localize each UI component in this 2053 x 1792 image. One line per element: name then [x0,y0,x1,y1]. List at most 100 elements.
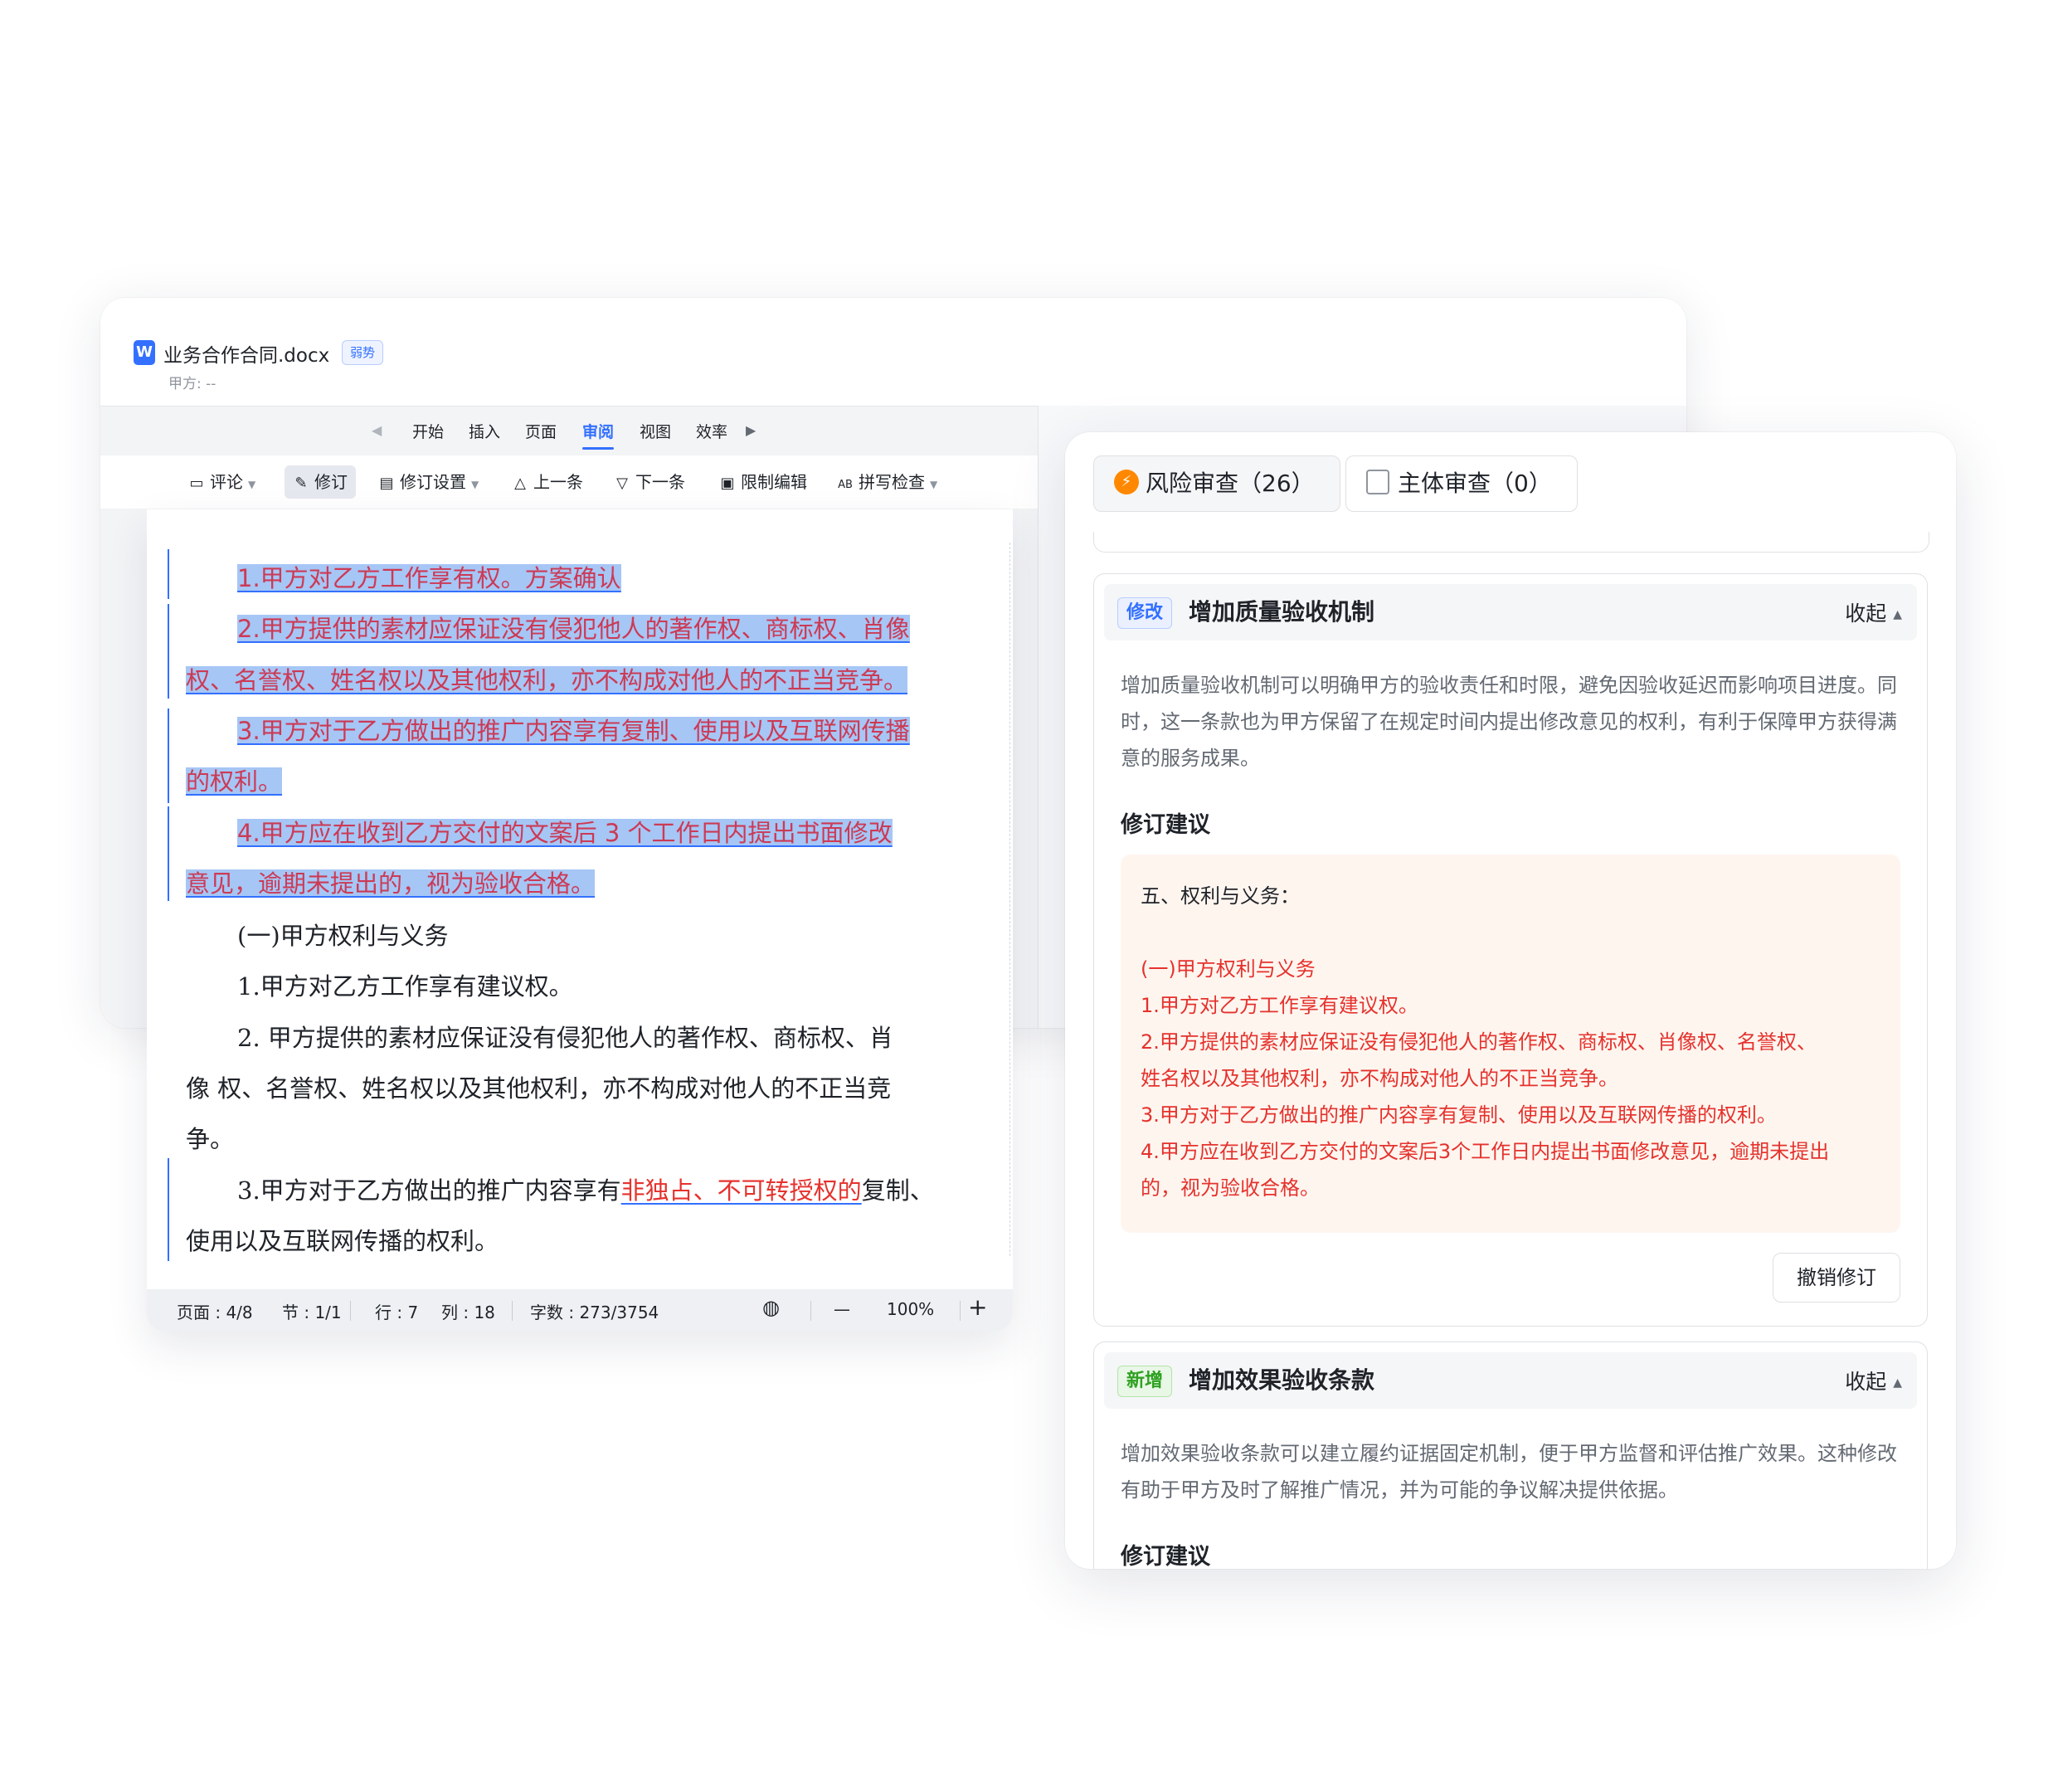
doc-text: 3.甲方对于乙方做出的推广内容享有 [237,1176,621,1205]
zoom-level[interactable]: 100% [887,1299,934,1319]
review-panel: ⚡ 风险审查（26） 主体审查（0） 修改 增加质量验收机制 收起 ▲ 增加质量验收… [1065,432,1956,1569]
highlighted-text: 权、名誉权、姓名权以及其他权利，亦不构成对他人的不正当竞争。 [186,666,908,694]
comment-icon: ▭ [189,475,204,492]
doc-line: 的权利。 [186,762,283,797]
suggestion-line: 姓名权以及其他权利，亦不构成对他人的不正当竞争。 [1141,1067,1618,1090]
prev-change-label: 上一条 [533,472,583,492]
suggestion-title: 修订建议 [1121,812,1210,838]
change-bar [168,604,169,699]
comment-button[interactable]: ▭ 评论 ▼ [188,465,255,499]
inserted-revision-text: 非独占、不可转授权的 [620,1176,862,1205]
menu-scroll-right-icon[interactable]: ▶ [746,422,756,438]
status-col: 列 : 18 [441,1303,495,1322]
collapse-button[interactable]: 收起 ▲ [1845,599,1902,632]
menu-scroll-left-icon[interactable]: ◀ [372,422,382,438]
tab-subject-label: 主体审查（0） [1398,470,1552,497]
card-header[interactable]: 新增 增加效果验收条款 收起 ▲ [1104,1352,1917,1409]
menu-review[interactable]: 审阅 [582,420,615,450]
menu-page[interactable]: 页面 [525,420,557,442]
party-label: 甲方: -- [168,376,216,392]
suggestion-line: (一)甲方权利与义务 [1141,957,1316,981]
previous-card-edge [1093,532,1929,553]
chevron-down-icon: ▼ [930,479,938,490]
status-page: 页面 : 4/8 [177,1303,253,1322]
restrict-edit-button[interactable]: ▣ 限制编辑 [719,465,807,499]
doc-line: 1.甲方对乙方工作享有建议权。 [237,972,573,1001]
revise-settings-button[interactable]: ▤ 修订设置 ▼ [378,465,479,499]
doc-line: 使用以及互联网传播的权利。 [186,1227,499,1255]
lock-doc-icon: ▣ [720,475,735,492]
lightning-icon: ⚡ [1114,470,1139,494]
status-separator [512,1301,513,1321]
party-status-badge: 弱势 [342,340,384,365]
title-bar: W 业务合作合同.docx 弱势 甲方: -- [100,298,1686,406]
status-bar: 页面 : 4/8 节 : 1/1 行 : 7 列 : 18 字数 : 273/3… [147,1289,1013,1331]
card-header[interactable]: 修改 增加质量验收机制 收起 ▲ [1104,584,1917,640]
card-title: 增加效果验收条款 [1189,1366,1375,1394]
review-toolbar: ▭ 评论 ▼ ✎ 修订 ▤ 修订设置 ▼ △ 上一条 ▽ 下一条 ▣ 限制编辑 AB 拼写检查 ▼ [100,455,1038,509]
menu-view[interactable]: 视图 [640,420,671,442]
change-bar [168,549,169,599]
menu-efficiency[interactable]: 效率 [696,420,727,442]
next-change-button[interactable]: ▽ 下一条 [614,465,685,499]
language-globe-icon[interactable]: ◍ [762,1296,780,1319]
suggestion-title: 修订建议 [1121,1544,1210,1569]
tab-subject-review[interactable]: 主体审查（0） [1345,455,1578,512]
doc-line: 1.甲方对乙方工作享有权。方案确认 [237,559,621,594]
revise-button[interactable]: ✎ 修订 [285,465,356,499]
highlighted-text: 意见，逾期未提出的，视为验收合格。 [186,869,596,898]
zoom-out-button[interactable]: — [834,1299,850,1319]
revise-settings-label: 修订设置 [400,472,466,492]
doc-line: 像 权、名誉权、姓名权以及其他权利，亦不构成对他人的不正当竞 [186,1074,892,1103]
highlighted-text: 2.甲方提供的素材应保证没有侵犯他人的著作权、商标权、肖像 [237,615,910,643]
card-description: 增加效果验收条款可以建立履约证据固定机制，便于甲方监督和评估推广效果。这种修改有… [1121,1442,1897,1502]
status-separator [350,1301,351,1321]
suggestion-line: 4.甲方应在收到乙方交付的文案后3个工作日内提出书面修改意见，逾期未提出 [1141,1140,1830,1163]
page-margin-guide [1009,543,1010,1256]
change-bar [168,806,169,901]
status-section: 节 : 1/1 [282,1303,342,1322]
collapse-button[interactable]: 收起 ▲ [1845,1367,1902,1400]
menu-start[interactable]: 开始 [412,420,444,442]
zoom-in-button[interactable]: + [968,1293,987,1321]
menu-bar: ◀ 开始 插入 页面 审阅 视图 效率 ▶ [100,406,1038,456]
prev-change-button[interactable]: △ 上一条 [512,465,583,499]
doc-line: 3.甲方对于乙方做出的推广内容享有非独占、不可转授权的复制、 [237,1171,934,1206]
change-bar [168,1158,169,1261]
collapse-label: 收起 [1845,601,1887,626]
menu-insert[interactable]: 插入 [469,420,500,442]
doc-line: 2.甲方提供的素材应保证没有侵犯他人的著作权、商标权、肖像 [237,610,910,645]
chevron-down-icon: ▼ [471,479,479,490]
spell-check-button[interactable]: AB 拼写检查 ▼ [837,465,937,499]
status-separator [810,1301,811,1321]
doc-line: 4.甲方应在收到乙方交付的文案后 3 个工作日内提出书面修改 [237,814,893,849]
modify-tag: 修改 [1117,597,1173,629]
comment-label: 评论 [210,472,243,492]
spell-check-label: 拼写检查 [859,472,925,492]
document-page[interactable]: 1.甲方对乙方工作享有权。方案确认 2.甲方提供的素材应保证没有侵犯他人的著作权… [147,509,1013,1331]
word-doc-icon: W [134,340,155,365]
suggestion-line: 1.甲方对乙方工作享有建议权。 [1141,994,1418,1017]
revision-card: 修改 增加质量验收机制 收起 ▲ 增加质量验收机制可以明确甲方的验收责任和时限，避… [1093,573,1928,1327]
status-separator [960,1301,961,1321]
file-name: 业务合作合同.docx [163,345,330,367]
suggestion-box: 五、权利与义务： (一)甲方权利与义务 1.甲方对乙方工作享有建议权。 2.甲方… [1121,855,1900,1233]
doc-line: 意见，逾期未提出的，视为验收合格。 [186,864,596,899]
spell-check-icon: AB [838,479,853,491]
restrict-edit-label: 限制编辑 [741,472,807,492]
doc-line: 3.甲方对于乙方做出的推广内容享有复制、使用以及互联网传播 [237,712,910,747]
new-tag: 新增 [1117,1366,1173,1397]
status-row: 行 : 7 [375,1303,419,1322]
chevron-down-icon: ▼ [248,479,256,490]
card-title: 增加质量验收机制 [1189,598,1375,626]
revision-card: 新增 增加效果验收条款 收起 ▲ 增加效果验收条款可以建立履约证据固定机制，便于甲… [1093,1342,1928,1569]
arrow-down-icon: ▽ [616,475,628,492]
undo-revision-button[interactable]: 撤销修订 [1773,1253,1900,1303]
suggestion-line: 3.甲方对于乙方做出的推广内容享有复制、使用以及互联网传播的权利。 [1141,1103,1777,1127]
suggestion-line: 的，视为验收合格。 [1141,1176,1320,1200]
doc-line: (一)甲方权利与义务 [237,922,449,950]
card-description: 增加质量验收机制可以明确甲方的验收责任和时限，避免因验收延迟而影响项目进度。同时… [1121,674,1897,770]
arrow-up-icon: △ [514,475,526,492]
caret-up-icon: ▲ [1893,608,1902,621]
tab-risk-review[interactable]: ⚡ 风险审查（26） [1093,455,1340,512]
